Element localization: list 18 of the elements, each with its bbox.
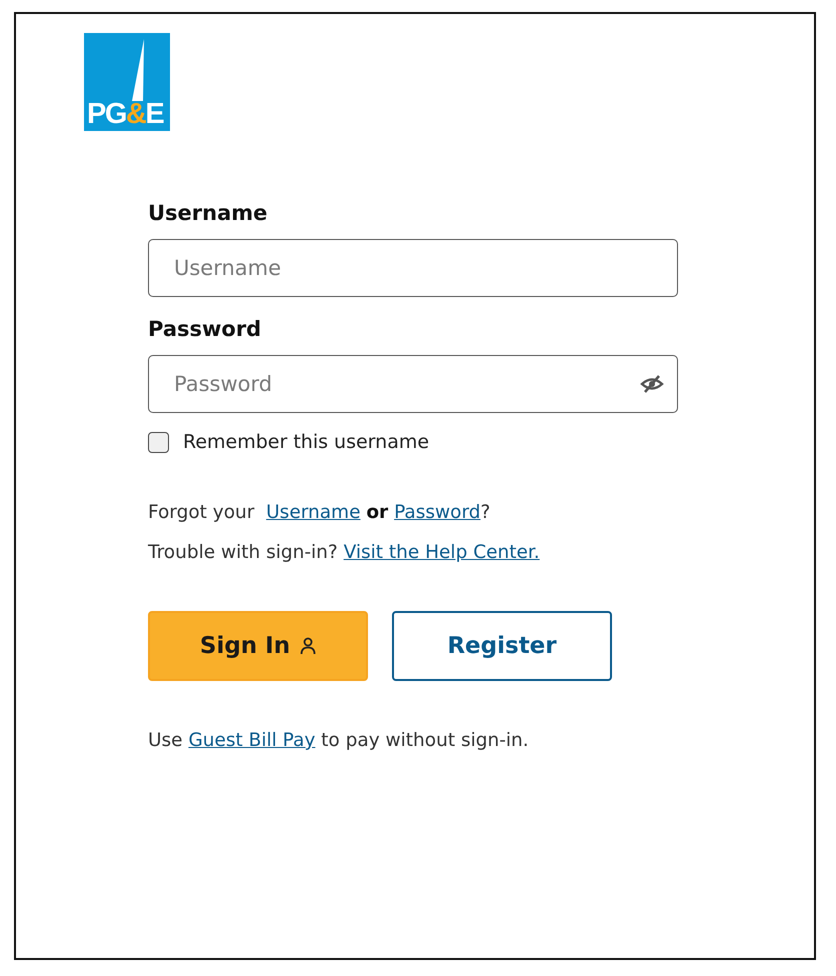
username-link[interactable]: Username bbox=[266, 502, 360, 523]
sign-in-button[interactable]: Sign In bbox=[148, 611, 368, 681]
password-field[interactable]: Password bbox=[148, 355, 678, 413]
guest-pay-text: Use Guest Bill Pay to pay without sign-in. bbox=[148, 729, 529, 753]
guest-bill-pay-link[interactable]: Guest Bill Pay bbox=[188, 730, 316, 751]
person-icon bbox=[300, 637, 316, 655]
field-label: Password bbox=[148, 316, 262, 343]
username-field[interactable]: Username bbox=[148, 239, 678, 297]
remember-label: Remember this username bbox=[183, 431, 430, 453]
hide-password-icon[interactable] bbox=[640, 374, 664, 394]
field-label: Username bbox=[148, 200, 268, 227]
help-center-link[interactable]: Visit the Help Center. bbox=[344, 542, 540, 563]
register-button[interactable]: Register bbox=[392, 611, 612, 681]
forgot-text: Forgot your Username or Password? bbox=[148, 501, 490, 525]
password-link[interactable]: Password bbox=[394, 502, 480, 523]
remember-checkbox[interactable] bbox=[148, 432, 169, 452]
logo-text: PG&E bbox=[87, 100, 164, 129]
trouble-text: Trouble with sign-in? Visit the Help Center. bbox=[148, 541, 540, 565]
